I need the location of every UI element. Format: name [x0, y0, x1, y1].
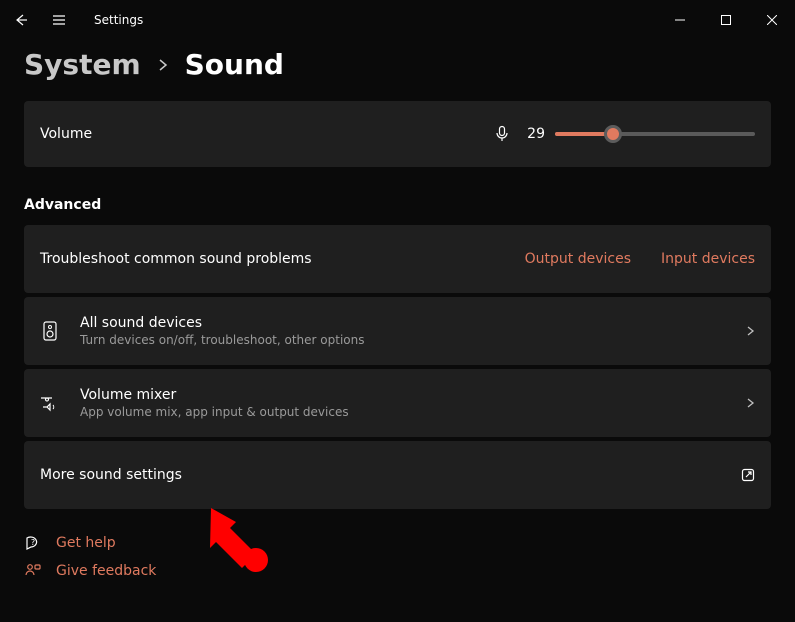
chevron-right-icon	[745, 326, 755, 336]
back-button[interactable]	[12, 11, 30, 29]
get-help-label: Get help	[56, 535, 116, 551]
get-help-link[interactable]: ? Get help	[24, 535, 771, 551]
volume-slider[interactable]	[555, 124, 755, 144]
window-title: Settings	[94, 13, 143, 27]
maximize-button[interactable]	[703, 4, 749, 36]
external-link-icon	[741, 468, 755, 482]
troubleshoot-card: Troubleshoot common sound problems Outpu…	[24, 225, 771, 293]
breadcrumb: System Sound	[24, 48, 771, 81]
microphone-icon[interactable]	[493, 125, 511, 143]
svg-text:?: ?	[31, 538, 35, 547]
give-feedback-link[interactable]: Give feedback	[24, 563, 771, 579]
all-sound-sub: Turn devices on/off, troubleshoot, other…	[80, 333, 364, 347]
all-sound-devices-card[interactable]: All sound devices Turn devices on/off, t…	[24, 297, 771, 365]
minimize-button[interactable]	[657, 4, 703, 36]
mixer-title: Volume mixer	[80, 387, 349, 403]
give-feedback-label: Give feedback	[56, 563, 156, 579]
all-sound-title: All sound devices	[80, 315, 364, 331]
input-devices-link[interactable]: Input devices	[661, 251, 755, 267]
volume-label: Volume	[40, 126, 92, 142]
chevron-right-icon	[157, 59, 169, 71]
output-devices-link[interactable]: Output devices	[525, 251, 631, 267]
titlebar: Settings	[0, 0, 795, 40]
mixer-icon	[40, 394, 60, 412]
volume-mixer-card[interactable]: Volume mixer App volume mix, app input &…	[24, 369, 771, 437]
section-heading-advanced: Advanced	[24, 197, 771, 213]
help-icon: ?	[24, 535, 42, 551]
more-sound-settings-card[interactable]: More sound settings	[24, 441, 771, 509]
troubleshoot-label: Troubleshoot common sound problems	[40, 251, 312, 267]
hamburger-icon[interactable]	[50, 11, 68, 29]
more-sound-title: More sound settings	[40, 467, 182, 483]
feedback-icon	[24, 563, 42, 579]
breadcrumb-current: Sound	[185, 48, 284, 81]
speaker-icon	[40, 321, 60, 341]
chevron-right-icon	[745, 398, 755, 408]
breadcrumb-parent[interactable]: System	[24, 48, 141, 81]
mixer-sub: App volume mix, app input & output devic…	[80, 405, 349, 419]
volume-card: Volume 29	[24, 101, 771, 167]
close-button[interactable]	[749, 4, 795, 36]
volume-value: 29	[527, 126, 545, 142]
